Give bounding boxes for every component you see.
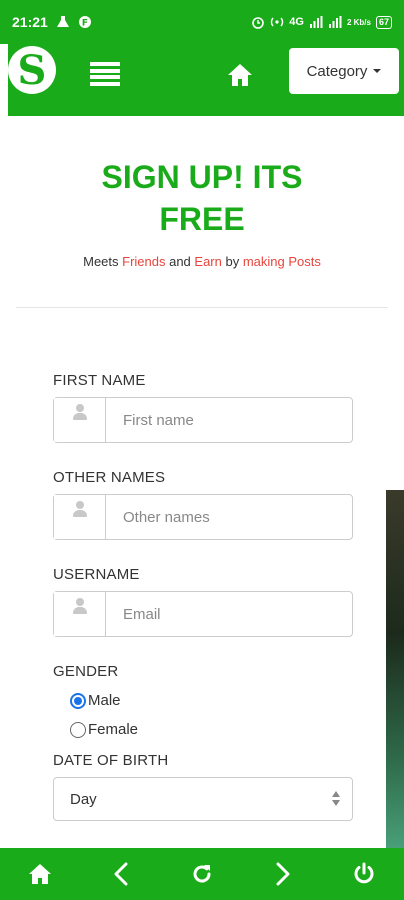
signal-icon (309, 16, 323, 28)
dob-day-value: Day (70, 790, 97, 808)
status-time: 21:21 (12, 14, 48, 30)
subtitle-posts: making Posts (242, 254, 321, 269)
refresh-button[interactable] (182, 854, 222, 894)
male-radio[interactable] (70, 692, 86, 709)
hotspot-icon (271, 17, 284, 27)
back-button[interactable] (101, 854, 141, 894)
female-radio[interactable] (70, 721, 86, 738)
svg-text:F: F (82, 19, 88, 29)
male-label: Male (88, 692, 121, 709)
category-dropdown[interactable]: Category (289, 48, 399, 94)
network-label: 4G (289, 16, 304, 28)
power-icon (354, 862, 374, 884)
refresh-icon (193, 865, 211, 883)
app-icon: F (78, 16, 91, 29)
user-icon (73, 404, 87, 420)
navbar: S Category (8, 44, 404, 116)
subtitle-text: and (165, 254, 195, 269)
username-input[interactable]: Email (106, 592, 352, 636)
dob-label: DATE OF BIRTH (53, 752, 169, 769)
power-button[interactable] (344, 854, 384, 894)
first-name-input[interactable]: First name (106, 398, 352, 442)
back-icon (114, 862, 128, 886)
username-addon (54, 592, 106, 636)
page-title: SIGN UP! ITS FREE (101, 159, 303, 237)
menu-icon[interactable] (90, 62, 120, 86)
subtitle-text: Meets (83, 254, 123, 269)
background-photo (386, 490, 404, 850)
gender-label: GENDER (53, 663, 119, 680)
gender-option-female[interactable]: Female (70, 721, 353, 738)
first-name-field[interactable]: First name (53, 397, 353, 443)
home-icon (29, 864, 52, 884)
bottom-home-button[interactable] (20, 854, 60, 894)
subtitle-friends: Friends (122, 254, 166, 269)
signup-form: FIRST NAME First name OTHER NAMES Other … (53, 372, 353, 821)
other-names-field[interactable]: Other names (53, 494, 353, 540)
username-label: USERNAME (53, 566, 140, 583)
subtitle-text: by (221, 254, 243, 269)
other-names-label: OTHER NAMES (53, 469, 166, 486)
username-field[interactable]: Email (53, 591, 353, 637)
other-names-addon (54, 495, 106, 539)
user-icon (73, 501, 87, 517)
signal-icon-2 (328, 16, 342, 28)
page-subtitle: Meets Friends and Earn by making Posts (16, 254, 388, 269)
gender-option-male[interactable]: Male (70, 692, 353, 709)
flask-icon (56, 16, 69, 27)
select-arrows-icon (332, 791, 340, 806)
forward-icon (276, 862, 290, 886)
home-icon[interactable] (226, 62, 254, 88)
speed-label: 2 Kb/s (346, 17, 371, 27)
bottom-toolbar (0, 848, 404, 900)
site-logo[interactable]: S (8, 46, 56, 94)
female-label: Female (88, 721, 139, 738)
status-bar: 21:21 F 4G 2 Kb/s 67 (0, 0, 404, 44)
first-name-addon (54, 398, 106, 442)
signup-header: SIGN UP! ITS FREE Meets Friends and Earn… (16, 118, 388, 308)
other-names-input[interactable]: Other names (106, 495, 352, 539)
alarm-icon (252, 17, 265, 29)
first-name-label: FIRST NAME (53, 372, 146, 389)
dob-day-select[interactable]: Day (53, 777, 353, 821)
subtitle-earn: Earn (194, 254, 222, 269)
caret-down-icon (373, 69, 382, 73)
forward-button[interactable] (263, 854, 303, 894)
battery-icon: 67 (375, 15, 392, 29)
category-label: Category (306, 62, 368, 80)
user-tag-icon (73, 598, 87, 614)
